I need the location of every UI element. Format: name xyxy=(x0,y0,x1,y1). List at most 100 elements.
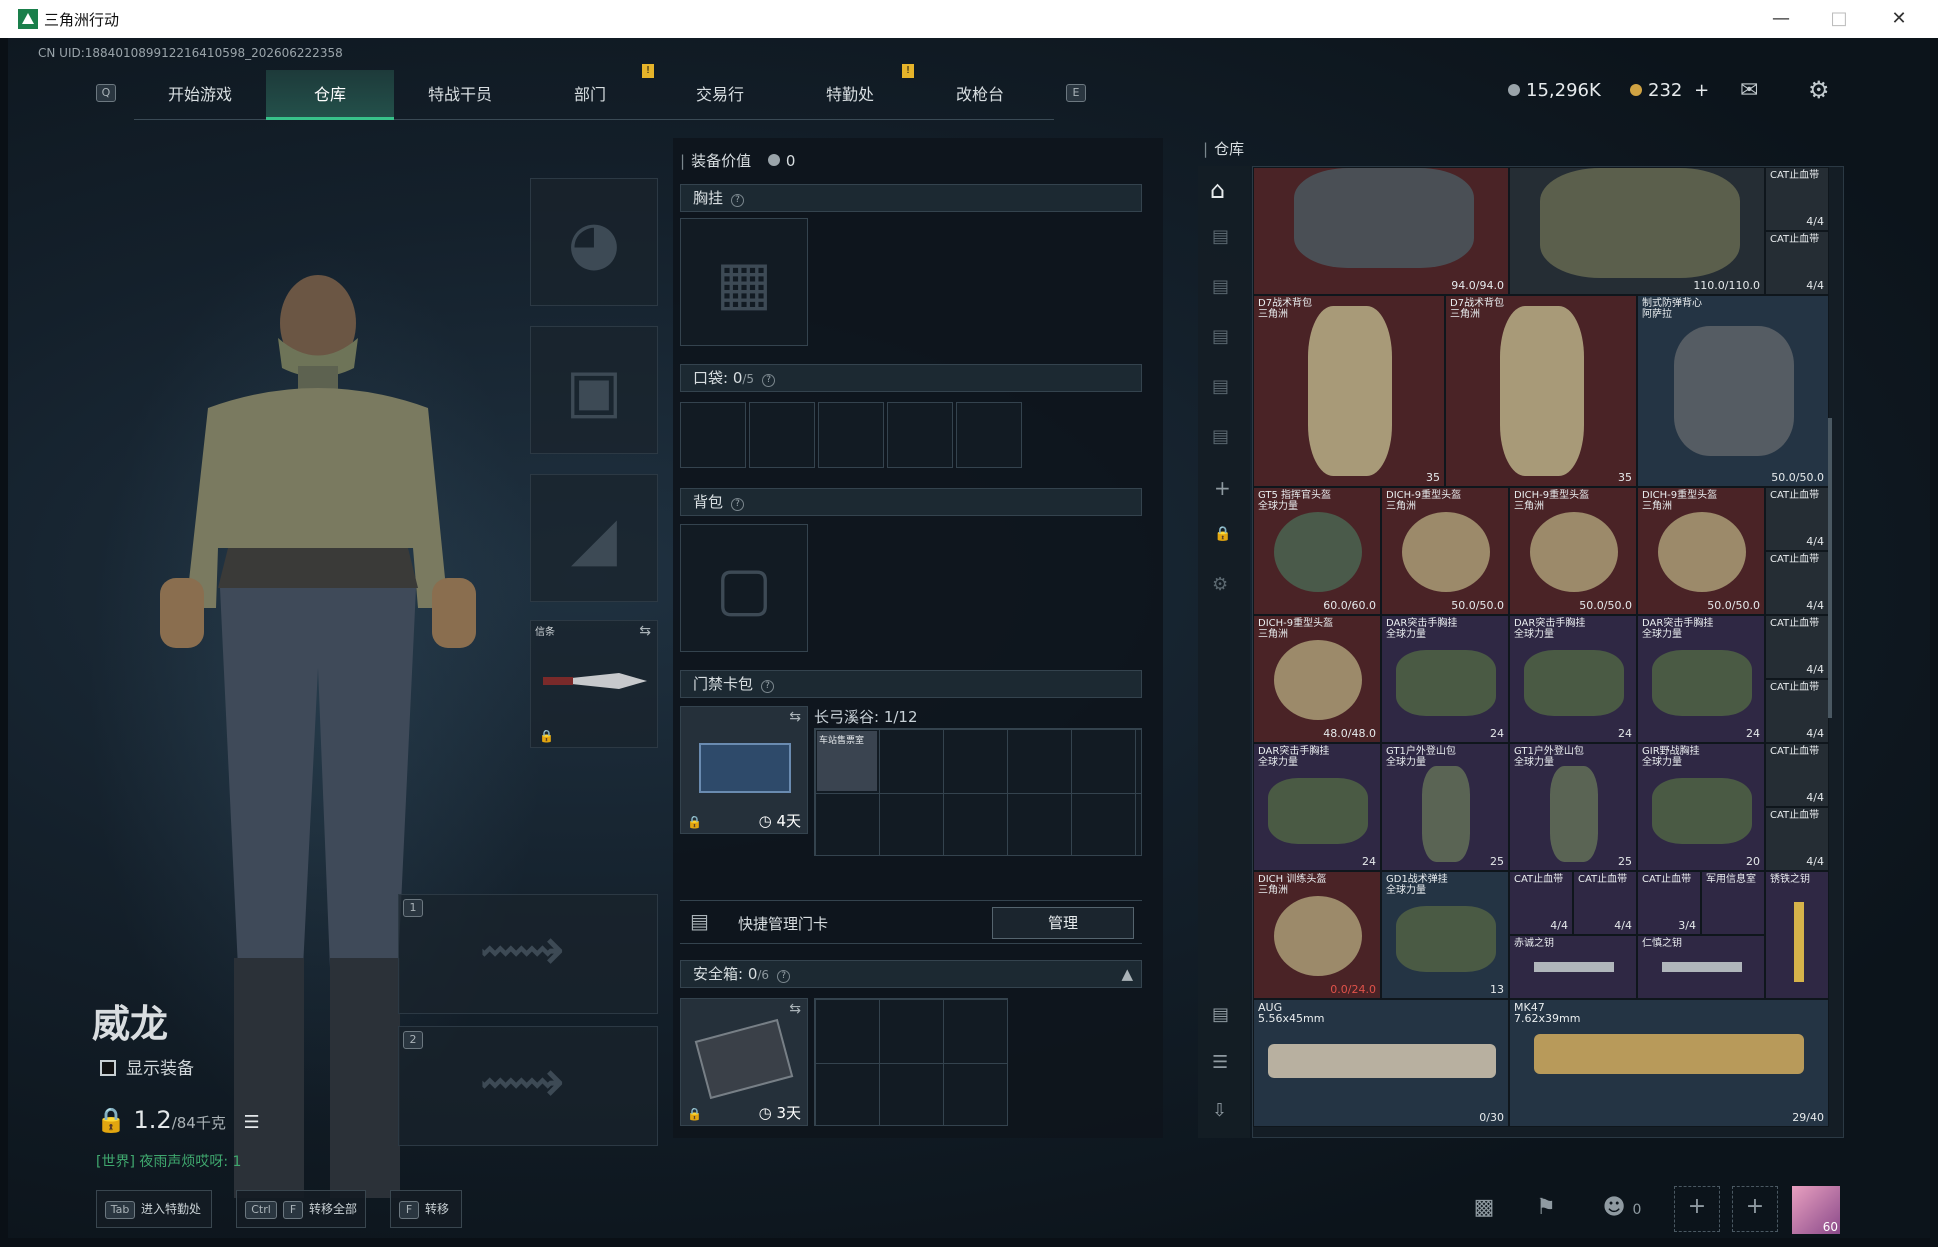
chest-rig-item[interactable]: GIR野战胸挂 全球力量 20 xyxy=(1637,743,1765,871)
help-icon[interactable]: ? xyxy=(731,194,745,207)
pocket-slot[interactable] xyxy=(887,402,953,468)
list-icon[interactable]: ☰ xyxy=(244,1112,260,1133)
primary-weapon-slot-2[interactable]: 2 ⟿ xyxy=(398,1026,658,1146)
sort-icon[interactable]: ▤ xyxy=(1212,1004,1229,1025)
tab-operators[interactable]: 特战干员 xyxy=(396,70,524,120)
stats-chart-icon[interactable]: ▩ xyxy=(1464,1188,1504,1228)
swap-icon[interactable]: ⇆ xyxy=(639,623,651,639)
key-item[interactable]: 仁慎之钥 xyxy=(1637,935,1765,999)
backpack-item[interactable]: GT1户外登山包 全球力量 25 xyxy=(1509,743,1637,871)
tab-special-service[interactable]: 特勤处 xyxy=(786,70,914,120)
add-currency-button[interactable]: + xyxy=(1694,80,1709,101)
invite-slot-button[interactable]: + xyxy=(1674,1186,1720,1232)
tourniquet-item[interactable]: CAT止血带 4/4 xyxy=(1765,679,1829,743)
close-button[interactable]: ✕ xyxy=(1876,4,1922,34)
flag-icon[interactable]: ⚑ xyxy=(1526,1188,1566,1228)
maximize-button[interactable]: □ xyxy=(1816,4,1862,34)
warehouse-home-icon[interactable]: ⌂ xyxy=(1210,176,1225,204)
weapon-item[interactable]: MK47 7.62x39mm 29/40 xyxy=(1509,999,1829,1127)
chest-rig-item[interactable]: DAR突击手胸挂 全球力量 24 xyxy=(1509,615,1637,743)
helmet-item[interactable]: DICH-9重型头盔 三角洲 50.0/50.0 xyxy=(1509,487,1637,615)
tourniquet-item[interactable]: CAT止血带 4/4 xyxy=(1765,167,1829,231)
helmet-item[interactable]: DICH-9重型头盔 三角洲 48.0/48.0 xyxy=(1253,615,1381,743)
tourniquet-item[interactable]: CAT止血带 4/4 xyxy=(1765,807,1829,871)
pocket-slot[interactable] xyxy=(749,402,815,468)
help-icon[interactable]: ? xyxy=(762,374,776,387)
layers-icon[interactable]: ☰ xyxy=(1212,1052,1228,1073)
chest-rig-slot[interactable]: ▦ xyxy=(680,218,808,346)
helmet-item[interactable]: DICH 训练头盔 三角洲 0.0/24.0 xyxy=(1253,871,1381,999)
manage-button[interactable]: 管理 xyxy=(992,907,1134,939)
helmet-item[interactable]: GT5 指挥官头盔 全球力量 60.0/60.0 xyxy=(1253,487,1381,615)
tourniquet-item[interactable]: CAT止血带 4/4 xyxy=(1765,615,1829,679)
keycard-item[interactable]: 车站售票室 xyxy=(817,731,877,791)
chest-rig-item[interactable]: GD1战术弹挂 全球力量 13 xyxy=(1381,871,1509,999)
pocket-slot[interactable] xyxy=(680,402,746,468)
world-chat-line[interactable]: [世界] 夜雨声烦哎呀: 1 xyxy=(96,1151,241,1171)
warehouse-page-icon[interactable]: ▤ xyxy=(1212,226,1229,247)
show-equipment-checkbox[interactable] xyxy=(100,1060,116,1076)
enter-special-service-button[interactable]: Tab 进入特勤处 xyxy=(96,1190,212,1228)
squad-button[interactable]: ☻ 0 xyxy=(1590,1188,1654,1228)
armor-slot[interactable]: ▣ xyxy=(530,326,658,454)
safebox-slot[interactable]: ⇆ 🔒 ◷ 3天 xyxy=(680,998,808,1126)
chest-rig-item[interactable]: DAR突击手胸挂 全球力量 24 xyxy=(1381,615,1509,743)
help-icon[interactable]: ? xyxy=(777,970,791,983)
pocket-slot[interactable] xyxy=(956,402,1022,468)
transfer-button[interactable]: F 转移 xyxy=(390,1190,462,1228)
transfer-all-button[interactable]: Ctrl F 转移全部 xyxy=(236,1190,366,1228)
tourniquet-item[interactable]: CAT止血带 4/4 xyxy=(1765,551,1829,615)
weapon-item[interactable]: AUG 5.56x45mm 0/30 xyxy=(1253,999,1509,1127)
chest-rig-item[interactable]: DAR突击手胸挂 全球力量 24 xyxy=(1637,615,1765,743)
melee-slot[interactable]: 信条 ⇆ 🔒 xyxy=(530,620,658,748)
body-armor-item[interactable]: 制式防弹背心 阿萨拉 50.0/50.0 xyxy=(1637,295,1829,487)
transfer-icon[interactable]: ⇩ xyxy=(1212,1100,1227,1121)
tab-trading[interactable]: 交易行 xyxy=(656,70,784,120)
helmet-item[interactable]: DICH-9重型头盔 三角洲 50.0/50.0 xyxy=(1381,487,1509,615)
tab-start-game[interactable]: 开始游戏 xyxy=(136,70,264,120)
armor-item[interactable]: 94.0/94.0 xyxy=(1253,167,1509,295)
tab-department[interactable]: 部门 xyxy=(526,70,654,120)
help-icon[interactable]: ? xyxy=(731,498,745,511)
minimize-button[interactable]: — xyxy=(1758,4,1804,34)
help-icon[interactable]: ? xyxy=(761,680,775,693)
pin-icon[interactable]: ▲ xyxy=(1121,961,1133,987)
pocket-slot[interactable] xyxy=(818,402,884,468)
show-equipment-toggle[interactable]: 显示装备 xyxy=(100,1054,194,1079)
settings-gear-icon[interactable]: ⚙ xyxy=(1212,574,1228,595)
player-avatar[interactable]: 60 xyxy=(1792,1186,1840,1234)
backpack-slot[interactable]: ▢ xyxy=(680,524,808,652)
helmet-item[interactable]: DICH-9重型头盔 三角洲 50.0/50.0 xyxy=(1637,487,1765,615)
armor-item[interactable]: 110.0/110.0 xyxy=(1509,167,1765,295)
warehouse-scrollbar[interactable] xyxy=(1828,418,1832,718)
keycard-case-slot[interactable]: ⇆ 🔒 ◷ 4天 xyxy=(680,706,808,834)
backpack-item[interactable]: D7战术背包 三角洲 35 xyxy=(1253,295,1445,487)
add-page-icon[interactable]: + xyxy=(1214,476,1231,500)
chest-rig-item[interactable]: DAR突击手胸挂 全球力量 24 xyxy=(1253,743,1381,871)
warehouse-page-icon[interactable]: ▤ xyxy=(1212,276,1229,297)
warehouse-page-icon[interactable]: ▤ xyxy=(1212,376,1229,397)
pistol-slot[interactable]: ◢ xyxy=(530,474,658,602)
mail-icon[interactable]: ✉ xyxy=(1740,78,1758,103)
tab-warehouse[interactable]: 仓库 xyxy=(266,70,394,120)
key-item[interactable]: 锈铁之钥 xyxy=(1765,871,1829,999)
key-item[interactable]: 赤诚之钥 xyxy=(1509,935,1637,999)
swap-icon[interactable]: ⇆ xyxy=(789,709,801,725)
keycard-item[interactable]: 军用信息室 xyxy=(1701,871,1765,935)
warehouse-page-icon[interactable]: ▤ xyxy=(1212,426,1229,447)
tourniquet-item[interactable]: CAT止血带 4/4 xyxy=(1509,871,1573,935)
helmet-slot[interactable]: ◕ xyxy=(530,178,658,306)
tourniquet-item[interactable]: CAT止血带 4/4 xyxy=(1765,487,1829,551)
primary-weapon-slot-1[interactable]: 1 ⟿ xyxy=(398,894,658,1014)
tourniquet-item[interactable]: CAT止血带 4/4 xyxy=(1573,871,1637,935)
tourniquet-item[interactable]: CAT止血带 3/4 xyxy=(1637,871,1701,935)
tourniquet-item[interactable]: CAT止血带 4/4 xyxy=(1765,743,1829,807)
warehouse-page-icon[interactable]: ▤ xyxy=(1212,326,1229,347)
backpack-item[interactable]: D7战术背包 三角洲 35 xyxy=(1445,295,1637,487)
invite-slot-button[interactable]: + xyxy=(1732,1186,1778,1232)
backpack-item[interactable]: GT1户外登山包 全球力量 25 xyxy=(1381,743,1509,871)
tourniquet-item[interactable]: CAT止血带 4/4 xyxy=(1765,231,1829,295)
settings-gear-icon[interactable]: ⚙ xyxy=(1808,76,1830,104)
swap-icon[interactable]: ⇆ xyxy=(789,1001,801,1017)
tab-gunsmith[interactable]: 改枪台 xyxy=(916,70,1044,120)
